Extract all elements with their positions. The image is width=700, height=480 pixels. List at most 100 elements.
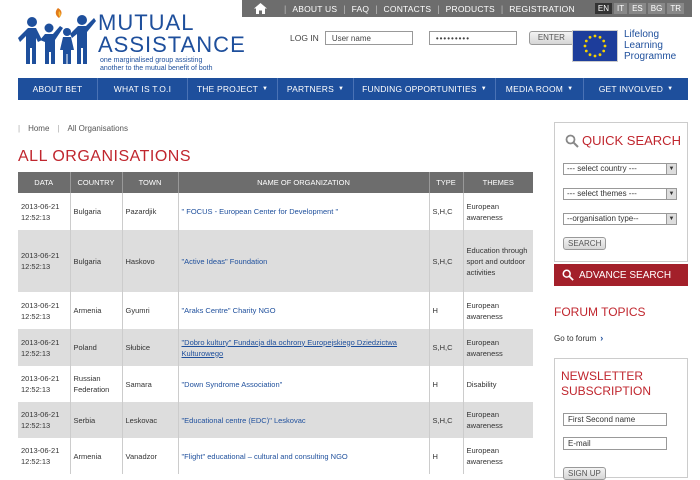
topnav-faq[interactable]: FAQ (352, 4, 370, 14)
table-header-row: DATA COUNTRY TOWN NAME OF ORGANIZATION T… (18, 172, 533, 193)
topnav-contacts[interactable]: CONTACTS (384, 4, 432, 14)
chevron-down-icon: ▼ (666, 189, 676, 199)
breadcrumb-current: All Organisations (67, 124, 128, 133)
row-type: S,H,C (429, 402, 464, 438)
topnav-about-us[interactable]: ABOUT US (292, 4, 337, 14)
nav-funding-opportunities[interactable]: FUNDING OPPORTUNITIES ▼ (354, 78, 496, 100)
table-row: 2013-06-21 12:52:13 Bulgaria Pazardjik " … (18, 193, 533, 230)
enter-button[interactable]: ENTER (528, 31, 574, 45)
row-organization-link[interactable]: "Flight" educational – cultural and cons… (178, 438, 430, 474)
eu-flag-icon (572, 30, 618, 62)
login-label: LOG IN (290, 33, 319, 43)
newsletter-name-input[interactable]: First Second name (563, 413, 667, 426)
site-logo[interactable]: MUTUAL ASSISTANCE one marginalised group… (18, 6, 248, 72)
row-themes: Disability (463, 366, 533, 402)
lang-it[interactable]: IT (613, 3, 628, 14)
sign-up-button[interactable]: SIGN UP (563, 467, 606, 480)
go-to-forum-link[interactable]: Go to forum › (554, 333, 603, 343)
nav-about-bet[interactable]: ABOUT BET (18, 78, 98, 100)
row-town: Gyumri (122, 292, 179, 329)
llp-text: Lifelong Learning Programme (624, 29, 677, 62)
chevron-right-icon: › (600, 333, 604, 343)
breadcrumb: | Home | All Organisations (18, 124, 128, 133)
row-town: Słubice (122, 329, 179, 366)
quick-search-panel: QUICK SEARCH --- select country --- ▼ ---… (554, 122, 688, 262)
logo-title-2: ASSISTANCE (98, 32, 246, 57)
main-nav: ABOUT BET WHAT IS T.O.I THE PROJECT ▼ PAR… (18, 78, 688, 100)
row-country: Armenia (70, 292, 123, 329)
row-town: Leskovac (122, 402, 179, 438)
row-type: H (429, 438, 464, 474)
row-organization-link[interactable]: "Araks Centre" Charity NGO (178, 292, 430, 329)
magnifier-icon (565, 134, 579, 148)
nav-media-room[interactable]: MEDIA ROOM ▼ (496, 78, 584, 100)
chevron-down-icon: ▼ (666, 214, 676, 224)
col-country[interactable]: COUNTRY (70, 172, 123, 193)
organisations-table: DATA COUNTRY TOWN NAME OF ORGANIZATION T… (18, 172, 533, 474)
page-title: ALL ORGANISATIONS (18, 148, 191, 165)
row-themes: European awareness (463, 193, 533, 230)
sidebar: QUICK SEARCH --- select country --- ▼ ---… (554, 122, 688, 480)
lang-bg[interactable]: BG (647, 3, 666, 14)
row-organization-link[interactable]: "Dobro kultury" Fundacja dla ochrony Eur… (178, 329, 430, 366)
magnifier-icon (562, 269, 574, 281)
lang-en[interactable]: EN (594, 3, 612, 14)
username-input[interactable]: User name (324, 31, 413, 45)
caret-down-icon: ▼ (262, 86, 269, 92)
row-country: Russian Federation (70, 366, 123, 402)
table-row: 2013-06-21 12:52:13 Armenia Vanadzor "Fli… (18, 438, 533, 474)
newsletter-panel: NEWSLETTER SUBSCRIPTION First Second nam… (554, 358, 688, 480)
row-date: 2013-06-21 12:52:13 (18, 438, 71, 474)
advanced-search-button[interactable]: ADVANCE SEARCH (554, 264, 688, 286)
caret-down-icon: ▼ (337, 86, 345, 92)
breadcrumb-home[interactable]: Home (28, 124, 49, 133)
row-country: Bulgaria (70, 193, 123, 230)
password-input[interactable]: ••••••••• (428, 31, 517, 45)
nav-what-is-toi[interactable]: WHAT IS T.O.I (98, 78, 188, 100)
caret-down-icon: ▼ (567, 86, 574, 92)
table-row: 2013-06-21 12:52:13 Bulgaria Haskovo "Act… (18, 230, 533, 292)
row-date: 2013-06-21 12:52:13 (18, 230, 71, 292)
col-themes[interactable]: THEMES (463, 172, 533, 193)
row-type: S,H,C (429, 193, 464, 230)
topnav-products[interactable]: PRODUCTS (446, 4, 495, 14)
row-date: 2013-06-21 12:52:13 (18, 292, 71, 329)
row-themes: European awareness (463, 402, 533, 438)
row-organization-link[interactable]: "Down Syndrome Association" (178, 366, 430, 402)
nav-partners[interactable]: PARTNERS ▼ (278, 78, 354, 100)
language-switcher: EN IT ES BG TR (594, 3, 684, 14)
search-button[interactable]: SEARCH (563, 237, 607, 250)
col-name[interactable]: NAME OF ORGANIZATION (178, 172, 430, 193)
logo-tagline: one marginalised group assisting another… (100, 57, 213, 72)
row-town: Vanadzor (122, 438, 179, 474)
col-data[interactable]: DATA (18, 172, 71, 193)
newsletter-email-input[interactable]: E-mail (563, 437, 667, 450)
nav-get-involved[interactable]: GET INVOLVED ▼ (584, 78, 688, 100)
nav-the-project[interactable]: THE PROJECT ▼ (188, 78, 278, 100)
row-country: Poland (70, 329, 123, 366)
topnav-registration[interactable]: REGISTRATION (509, 4, 575, 14)
row-themes: European awareness (463, 329, 533, 366)
people-logo-icon (18, 8, 96, 64)
col-type[interactable]: TYPE (429, 172, 464, 193)
lifelong-learning-logo[interactable]: Lifelong Learning Programme (570, 28, 692, 66)
lang-es[interactable]: ES (629, 3, 646, 14)
row-town: Haskovo (122, 230, 179, 292)
login-form: LOG IN User name ••••••••• ENTER (290, 31, 574, 45)
organisation-type-select[interactable]: --organisation type-- ▼ (563, 213, 677, 225)
quick-search-heading: QUICK SEARCH (565, 133, 681, 148)
themes-select[interactable]: --- select themes --- ▼ (563, 188, 677, 200)
forum-topics-heading: FORUM TOPICS (554, 305, 646, 319)
row-country: Armenia (70, 438, 123, 474)
table-row: 2013-06-21 12:52:13 Serbia Leskovac "Educ… (18, 402, 533, 438)
country-select[interactable]: --- select country --- ▼ (563, 163, 677, 175)
row-organization-link[interactable]: "Active Ideas" Foundation (178, 230, 430, 292)
table-row: 2013-06-21 12:52:13 Armenia Gyumri "Araks… (18, 292, 533, 329)
row-organization-link[interactable]: " FOCUS - European Center for Developmen… (178, 193, 430, 230)
row-organization-link[interactable]: "Educational centre (EDC)" Leskovac (178, 402, 430, 438)
lang-tr[interactable]: TR (667, 3, 684, 14)
row-country: Serbia (70, 402, 123, 438)
caret-down-icon: ▼ (667, 86, 674, 92)
col-town[interactable]: TOWN (122, 172, 179, 193)
row-date: 2013-06-21 12:52:13 (18, 329, 71, 366)
